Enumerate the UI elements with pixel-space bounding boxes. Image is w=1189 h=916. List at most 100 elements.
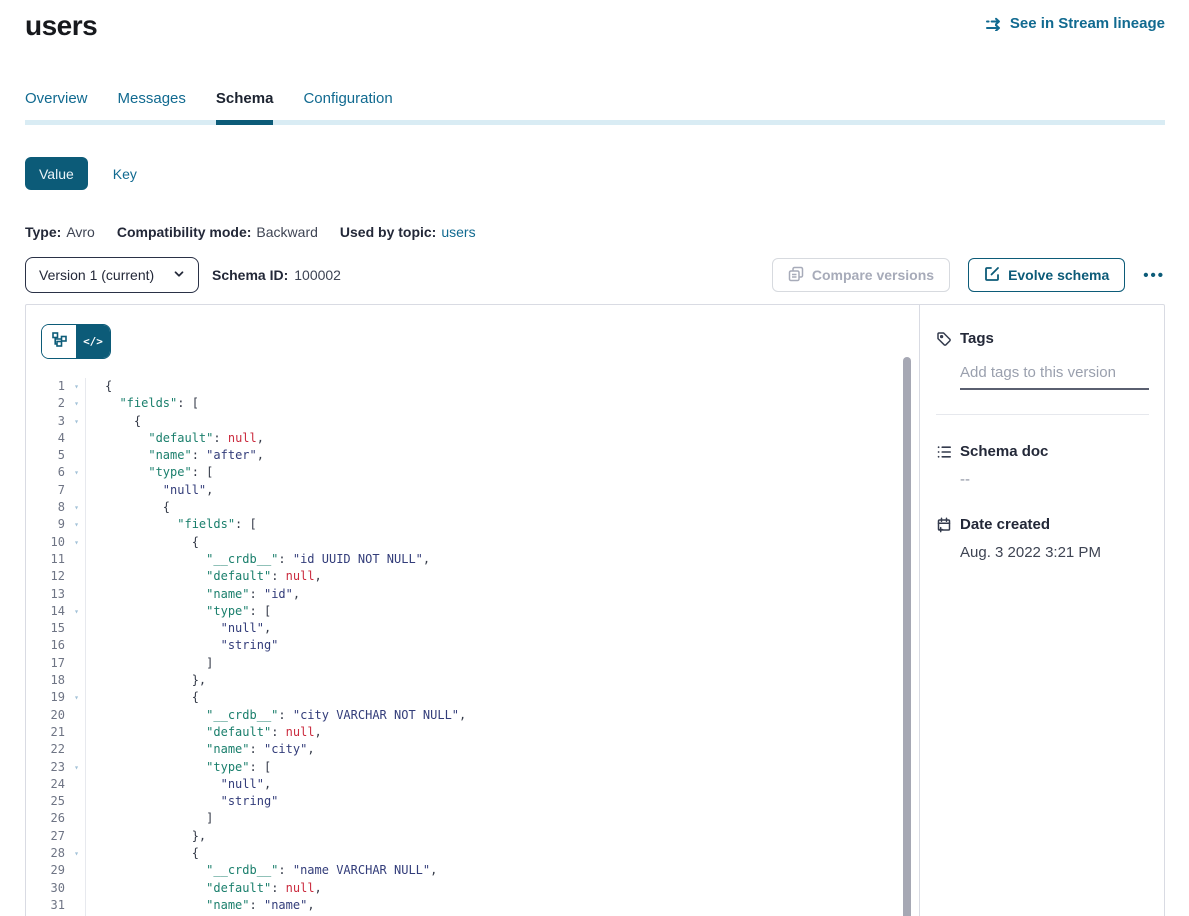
- fold-arrow-icon[interactable]: ▾: [68, 378, 85, 395]
- value-key-switch: Value Key: [25, 157, 1165, 190]
- more-options-button[interactable]: •••: [1143, 267, 1165, 284]
- editor-scrollbar[interactable]: [903, 357, 911, 916]
- line-number: 27: [26, 828, 68, 845]
- code-text: "type": [: [86, 759, 271, 776]
- code-line: 3▾ {: [26, 413, 919, 430]
- compare-versions-button[interactable]: Compare versions: [772, 258, 950, 292]
- fold-arrow-icon[interactable]: ▾: [68, 499, 85, 516]
- code-line: 25 "string": [26, 793, 919, 810]
- code-line: 19▾ {: [26, 689, 919, 706]
- schema-card: </> 1▾{2▾ "fields": [3▾ {4 "default": nu…: [25, 304, 1165, 916]
- fold-arrow-icon[interactable]: ▾: [68, 534, 85, 551]
- code-text: "name": "city",: [86, 741, 315, 758]
- code-line: 4 "default": null,: [26, 430, 919, 447]
- line-number: 14: [26, 603, 68, 620]
- fold-arrow-icon[interactable]: ▾: [68, 845, 85, 862]
- line-number: 7: [26, 482, 68, 499]
- list-icon: [936, 444, 952, 460]
- code-line: 2▾ "fields": [: [26, 395, 919, 412]
- code-text: {: [86, 534, 199, 551]
- code-line: 9▾ "fields": [: [26, 516, 919, 533]
- key-button[interactable]: Key: [113, 166, 137, 182]
- code-text: {: [86, 845, 199, 862]
- line-number: 9: [26, 516, 68, 533]
- fold-arrow-icon[interactable]: ▾: [68, 759, 85, 776]
- chevron-down-icon: [172, 267, 186, 284]
- tab-overview[interactable]: Overview: [25, 90, 88, 120]
- used-by-topic-label: Used by topic:: [340, 224, 436, 240]
- code-view-icon: </>: [83, 335, 103, 348]
- code-view-button[interactable]: </>: [76, 325, 110, 358]
- tree-view-icon: [51, 331, 68, 353]
- line-number: 6: [26, 464, 68, 481]
- page-header: users See in Stream lineage: [25, 0, 1165, 42]
- code-text: "__crdb__": "name VARCHAR NULL",: [86, 862, 437, 879]
- code-text: "name": "after",: [86, 447, 264, 464]
- editor-view-toggle: </>: [41, 324, 111, 359]
- fold-arrow-icon[interactable]: ▾: [68, 603, 85, 620]
- fold-arrow-icon[interactable]: ▾: [68, 395, 85, 412]
- line-number: 24: [26, 776, 68, 793]
- line-number: 21: [26, 724, 68, 741]
- tab-bar: Overview Messages Schema Configuration: [25, 90, 1165, 125]
- code-text: {: [86, 413, 141, 430]
- code-line: 22 "name": "city",: [26, 741, 919, 758]
- version-select[interactable]: Version 1 (current): [25, 257, 199, 293]
- see-in-stream-lineage-link[interactable]: See in Stream lineage: [986, 15, 1165, 32]
- code-line: 14▾ "type": [: [26, 603, 919, 620]
- tab-configuration[interactable]: Configuration: [303, 90, 392, 120]
- topic-link[interactable]: users: [441, 224, 475, 240]
- code-line: 10▾ {: [26, 534, 919, 551]
- code-text: {: [86, 689, 199, 706]
- schema-id-label: Schema ID:: [212, 267, 288, 283]
- code-line: 31 "name": "name",: [26, 897, 919, 914]
- tree-view-button[interactable]: [42, 325, 76, 358]
- compare-versions-label: Compare versions: [812, 267, 934, 283]
- fold-arrow-icon[interactable]: ▾: [68, 516, 85, 533]
- date-created-section: Date created Aug. 3 2022 3:21 PM: [936, 516, 1149, 561]
- code-text: "default": null,: [86, 724, 322, 741]
- line-number: 15: [26, 620, 68, 637]
- tab-schema[interactable]: Schema: [216, 90, 274, 120]
- type-value: Avro: [66, 224, 95, 240]
- code-text: "name": "name",: [86, 897, 315, 914]
- code-line: 29 "__crdb__": "name VARCHAR NULL",: [26, 862, 919, 879]
- line-number: 11: [26, 551, 68, 568]
- line-number: 30: [26, 880, 68, 897]
- code-text: ]: [86, 810, 213, 827]
- code-text: "string": [86, 637, 278, 654]
- edit-icon: [984, 266, 1000, 285]
- code-line: 16 "string": [26, 637, 919, 654]
- code-text: {: [86, 499, 170, 516]
- line-number: 13: [26, 586, 68, 603]
- code-line: 21 "default": null,: [26, 724, 919, 741]
- code-text: "default": null,: [86, 880, 322, 897]
- value-button[interactable]: Value: [25, 157, 88, 190]
- fold-arrow-icon[interactable]: ▾: [68, 464, 85, 481]
- code-text: "null",: [86, 776, 271, 793]
- schema-id-value: 100002: [294, 267, 341, 283]
- evolve-schema-button[interactable]: Evolve schema: [968, 258, 1125, 292]
- line-number: 17: [26, 655, 68, 672]
- ellipsis-icon: •••: [1143, 267, 1165, 284]
- add-tags-input[interactable]: [960, 364, 1149, 390]
- code-text: "string": [86, 793, 278, 810]
- code-line: 26 ]: [26, 810, 919, 827]
- code-text: },: [86, 672, 206, 689]
- code-line: 7 "null",: [26, 482, 919, 499]
- line-number: 2: [26, 395, 68, 412]
- line-number: 1: [26, 378, 68, 395]
- code-text: "__crdb__": "city VARCHAR NOT NULL",: [86, 707, 466, 724]
- code-text: "fields": [: [86, 516, 257, 533]
- line-number: 29: [26, 862, 68, 879]
- code-line: 28▾ {: [26, 845, 919, 862]
- code-line: 30 "default": null,: [26, 880, 919, 897]
- code-lines: 1▾{2▾ "fields": [3▾ {4 "default": null,5…: [26, 378, 919, 916]
- tab-messages[interactable]: Messages: [118, 90, 186, 120]
- line-number: 16: [26, 637, 68, 654]
- fold-arrow-icon[interactable]: ▾: [68, 413, 85, 430]
- line-number: 25: [26, 793, 68, 810]
- code-text: ]: [86, 655, 213, 672]
- tags-title: Tags: [960, 330, 994, 347]
- fold-arrow-icon[interactable]: ▾: [68, 689, 85, 706]
